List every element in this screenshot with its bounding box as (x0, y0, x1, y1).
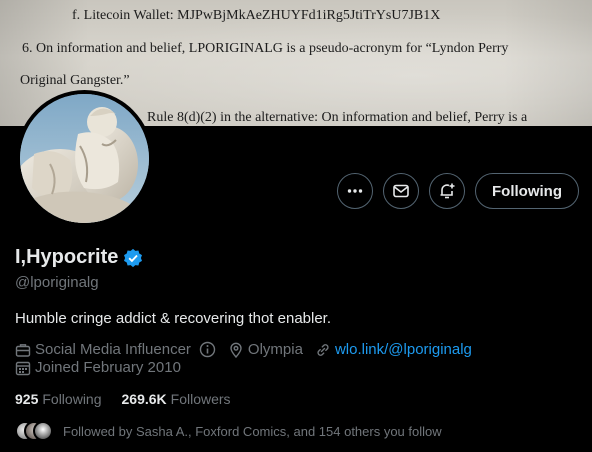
website-item: wlo.link/@lporiginalg (315, 341, 472, 358)
following-count: 925 (15, 391, 39, 407)
mutual-avatars (15, 421, 53, 441)
more-icon (347, 189, 363, 193)
profile-name-row: I,Hypocrite (15, 246, 143, 269)
banner-text-line: 6. On information and belief, LPORIGINAL… (22, 41, 509, 56)
follow-counts: 925 Following 269.6K Followers (15, 391, 231, 407)
banner-text-line: Rule 8(d)(2) in the alternative: On info… (147, 110, 528, 125)
banner-text-line: f. Litecoin Wallet: MJPwBjMkAeZHUYFd1iRg… (72, 8, 441, 23)
calendar-icon (15, 361, 31, 375)
verified-badge-icon[interactable] (123, 248, 143, 268)
following-count-link[interactable]: 925 Following (15, 391, 102, 407)
display-name: I,Hypocrite (15, 246, 119, 268)
bell-plus-icon (440, 183, 455, 199)
info-icon[interactable] (199, 341, 216, 358)
joined-item: Joined February 2010 (15, 359, 181, 376)
banner-text-line: Original Gangster.” (20, 73, 130, 88)
envelope-icon (393, 184, 409, 198)
profile-bio: Humble cringe addict & recovering thot e… (15, 310, 332, 327)
followers-you-know[interactable]: Followed by Sasha A., Foxford Comics, an… (15, 421, 442, 441)
profile-avatar[interactable] (16, 90, 153, 227)
followers-count: 269.6K (121, 391, 167, 407)
briefcase-icon (15, 343, 31, 357)
following-button[interactable]: Following (475, 173, 579, 209)
location-label: Olympia (247, 341, 303, 358)
profile-handle: @lporiginalg (15, 274, 99, 291)
location-pin-icon (230, 342, 242, 358)
followed-by-text: Followed by Sasha A., Foxford Comics, an… (63, 423, 442, 439)
followers-count-link[interactable]: 269.6K Followers (122, 391, 231, 407)
profile-actions: Following (337, 173, 579, 209)
statue-avatar-image (20, 94, 149, 223)
following-label: Following (42, 391, 102, 407)
link-icon (317, 343, 329, 356)
category-label: Social Media Influencer (35, 341, 191, 358)
avatar (33, 421, 53, 441)
followers-label: Followers (170, 391, 231, 407)
website-link[interactable]: wlo.link/@lporiginalg (335, 341, 472, 358)
notifications-button[interactable] (429, 173, 466, 209)
profile-meta-row: Social Media Influencer Olympia wlo.link… (15, 341, 484, 358)
location-item: Olympia (228, 341, 303, 358)
joined-date: Joined February 2010 (35, 359, 181, 376)
more-button[interactable] (337, 173, 374, 209)
category-item: Social Media Influencer (15, 341, 216, 358)
message-button[interactable] (383, 173, 420, 209)
profile-meta-row: Joined February 2010 (15, 359, 193, 376)
